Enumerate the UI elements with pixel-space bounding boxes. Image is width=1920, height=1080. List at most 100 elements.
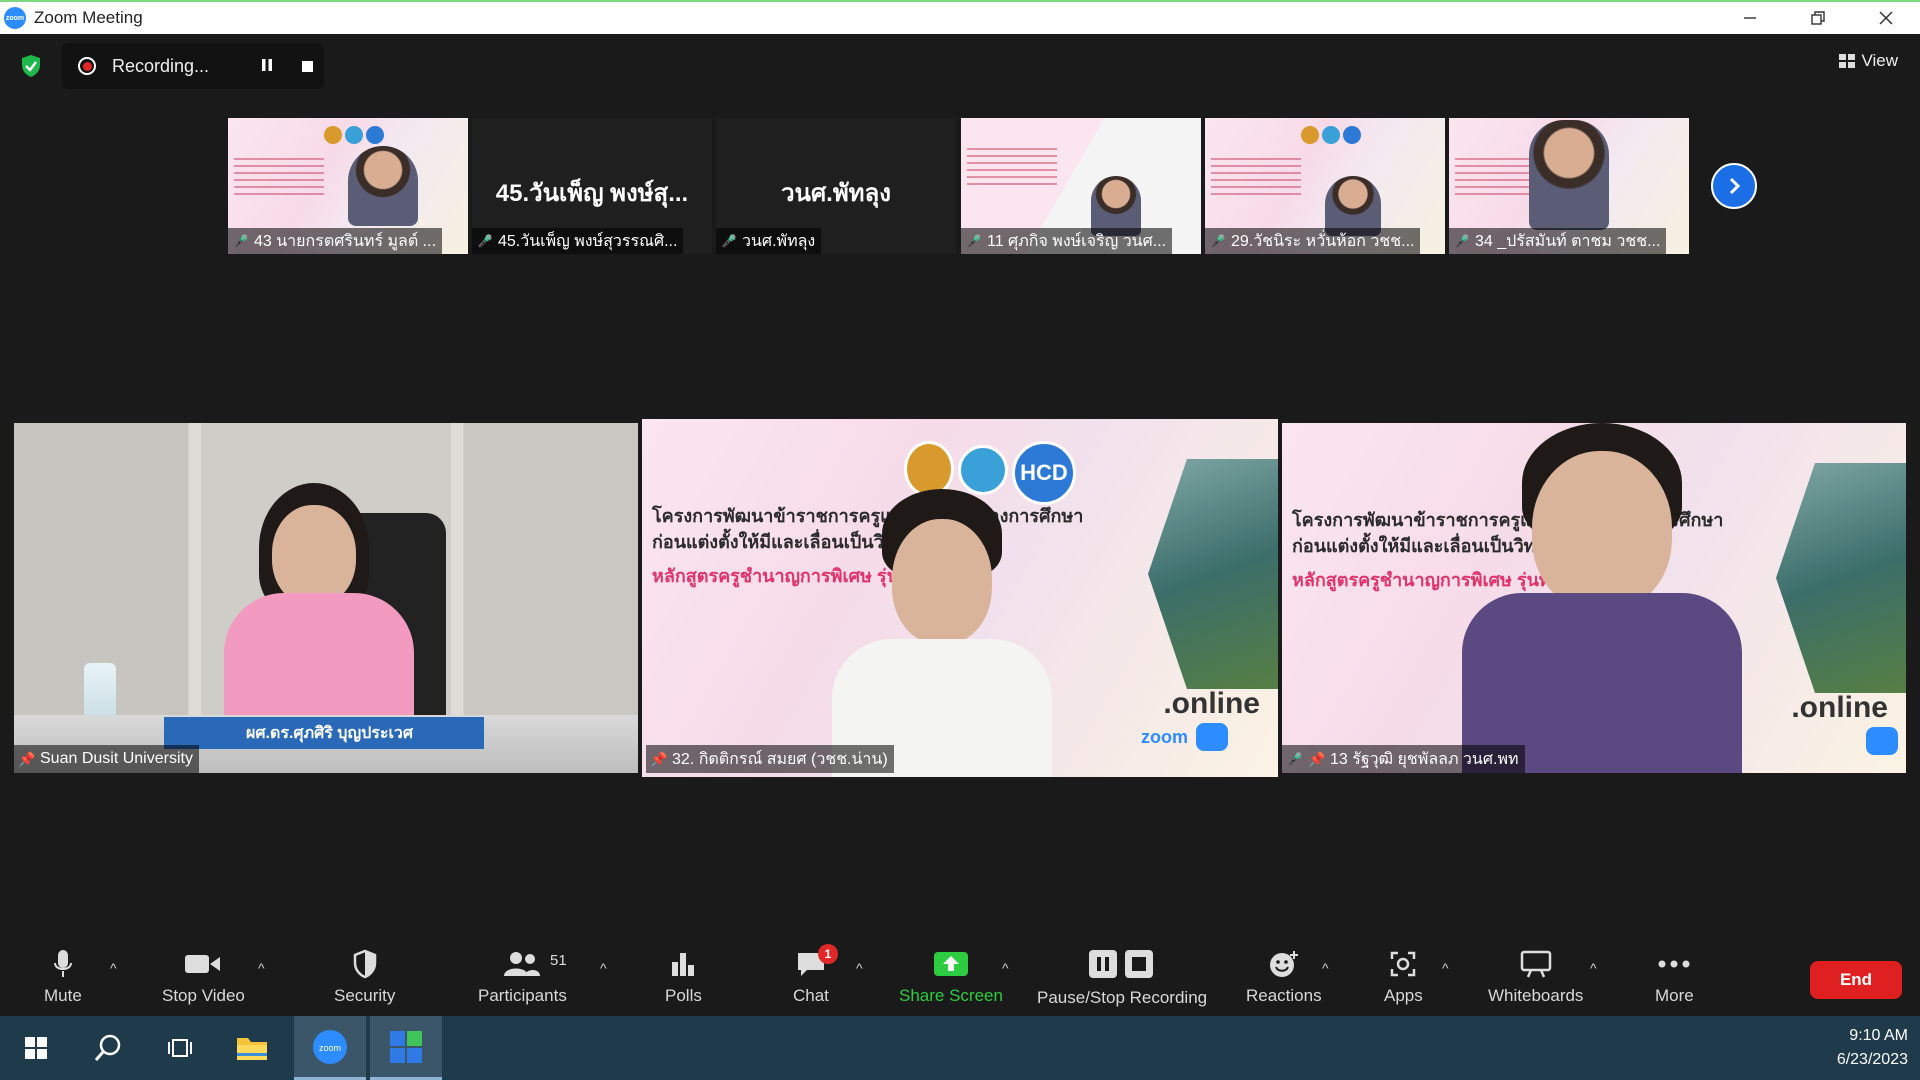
recording-indicator: Recording... [62,43,324,89]
share-screen-button[interactable]: Share Screen [899,948,1003,1006]
window-controls [1716,2,1920,34]
minimize-button[interactable] [1716,2,1784,34]
security-button[interactable]: Security [334,948,395,1006]
share-options-caret[interactable]: ^ [1002,960,1009,976]
chevron-right-icon [1729,177,1741,195]
recording-label: Recording... [112,55,210,76]
more-label: More [1655,986,1694,1005]
participant-display-name: วนศ.พัทลุง [781,180,891,207]
reactions-label: Reactions [1246,986,1322,1005]
participant-thumbnail[interactable]: 11 ศุภกิจ พงษ์เจริญ วนศ... [961,118,1201,254]
participants-label: Participants [478,986,567,1005]
windows-logo-icon [25,1037,47,1059]
shield-icon [353,949,376,979]
apps-options-caret[interactable]: ^ [1442,960,1449,976]
apps-label: Apps [1384,986,1423,1005]
chat-options-caret[interactable]: ^ [856,960,863,976]
stop-video-button[interactable]: Stop Video [162,948,245,1006]
video-tile[interactable]: โครงการพัฒนาข้าราชการครูและบุคลากรทางการ… [1282,423,1906,773]
zoom-taskbar-button[interactable]: zoom [294,1016,366,1080]
task-view-icon [168,1039,192,1057]
polls-button[interactable]: Polls [665,948,702,1006]
participant-video [1091,176,1141,236]
apps-button[interactable]: Apps [1384,948,1423,1006]
file-explorer-button[interactable] [216,1016,288,1080]
view-label: View [1861,51,1898,70]
zoom-app-icon: zoom [4,7,26,29]
microphone-icon [53,950,72,977]
start-button[interactable] [0,1016,72,1080]
participant-name: 43 นายกรตศรินทร์ มูลต์ ... [254,232,437,250]
mute-button[interactable]: Mute [44,948,82,1006]
restore-button[interactable] [1784,2,1852,34]
reactions-options-caret[interactable]: ^ [1322,960,1329,976]
pin-icon: 📌 [18,750,36,767]
audio-options-caret[interactable]: ^ [110,960,117,976]
zoom-app-icon: zoom [313,1029,347,1064]
more-dots-icon [1658,960,1690,968]
polls-label: Polls [665,986,702,1005]
participant-thumbnail[interactable]: 29.วัชนิระ หวั่นห้อก วชช... [1205,118,1445,254]
search-button[interactable] [72,1016,144,1080]
pause-stop-recording-button[interactable]: Pause/Stop Recording [1037,948,1207,1008]
mic-muted-icon [1286,750,1304,768]
security-shield-icon[interactable] [20,54,42,78]
participant-name: 32. กิตติกรณ์ สมยศ (วชช.น่าน) [672,750,888,768]
video-options-caret[interactable]: ^ [258,960,265,976]
security-label: Security [334,986,396,1005]
participant-name-bar: 45.วันเพ็ญ พงษ์สุวรรณศิ... [472,228,684,254]
view-button[interactable]: View [1839,46,1898,76]
participant-thumbnail[interactable]: วนศ.พัทลุง วนศ.พัทลุง [716,118,956,254]
participant-name-bar: 34 _ปรัสมันท์ ตาชม วชช... [1449,228,1667,254]
whiteboards-label: Whiteboards [1488,986,1584,1005]
pause-recording-icon[interactable] [260,57,274,73]
windows-taskbar: zoom 9:10 AM 6/23/2023 [0,1016,1920,1080]
participant-thumbnail[interactable]: 45.วันเพ็ญ พงษ์สุ... 45.วันเพ็ญ พงษ์สุวร… [472,118,712,254]
participant-name-bar: 43 นายกรตศรินทร์ มูลต์ ... [228,228,443,254]
reactions-button[interactable]: Reactions [1246,948,1322,1006]
minimize-icon [1744,17,1756,19]
pin-icon: 📌 [1308,750,1326,767]
participant-name-bar: 📌 32. กิตติกรณ์ สมยศ (วชช.น่าน) [646,745,894,773]
chat-unread-badge: 1 [818,944,838,964]
pin-icon: 📌 [650,750,668,767]
store-taskbar-button[interactable] [370,1016,442,1080]
whiteboards-options-caret[interactable]: ^ [1590,960,1597,976]
participant-name: Suan Dusit University [40,750,193,767]
pause-stop-recording-label: Pause/Stop Recording [1037,988,1208,1007]
mic-muted-icon [965,232,983,250]
mic-muted-icon [476,232,494,250]
end-meeting-button[interactable]: End [1810,961,1902,999]
app-icon-text: zoom [5,14,25,22]
participant-display-name: 45.วันเพ็ญ พงษ์สุ... [495,180,689,207]
participants-icon [504,952,541,976]
participant-thumbnail[interactable]: 43 นายกรตศรินทร์ มูลต์ ... [228,118,468,254]
mic-muted-icon [232,232,250,250]
stop-recording-icon[interactable] [302,61,313,72]
participant-name-bar: 29.วัชนิระ หวั่นห้อก วชช... [1205,228,1421,254]
mic-muted-icon [1453,232,1471,250]
participant-name: 45.วันเพ็ญ พงษ์สุวรรณศิ... [498,232,678,250]
task-view-button[interactable] [144,1016,216,1080]
folder-icon [237,1038,267,1060]
next-page-button[interactable] [1711,163,1757,209]
restore-icon [1811,11,1825,25]
reactions-smiley-icon [1269,951,1298,977]
close-icon [1879,11,1893,25]
participant-name-bar: วนศ.พัทลุง [716,228,822,254]
close-button[interactable] [1852,2,1920,34]
participants-count: 51 [550,952,567,969]
stop-video-label: Stop Video [162,986,245,1005]
mic-muted-icon [720,232,738,250]
participants-options-caret[interactable]: ^ [600,960,607,976]
video-tile-active-speaker[interactable]: HCD โครงการพัฒนาข้าราชการครูและบุคลากรทา… [642,419,1278,777]
window-title: Zoom Meeting [34,8,143,27]
whiteboards-button[interactable]: Whiteboards [1488,948,1583,1006]
whiteboard-icon [1520,950,1551,978]
video-tile[interactable]: ผศ.ดร.ศุภศิริ บุญประเวศ 📌 Suan Dusit Uni… [14,423,638,773]
system-clock[interactable]: 9:10 AM 6/23/2023 [1837,1024,1908,1072]
zoom-text: zoom [1141,727,1188,747]
microsoft-store-icon [390,1030,422,1063]
more-button[interactable]: More [1655,948,1694,1006]
participant-thumbnail[interactable]: 34 _ปรัสมันท์ ตาชม วชช... [1449,118,1689,254]
